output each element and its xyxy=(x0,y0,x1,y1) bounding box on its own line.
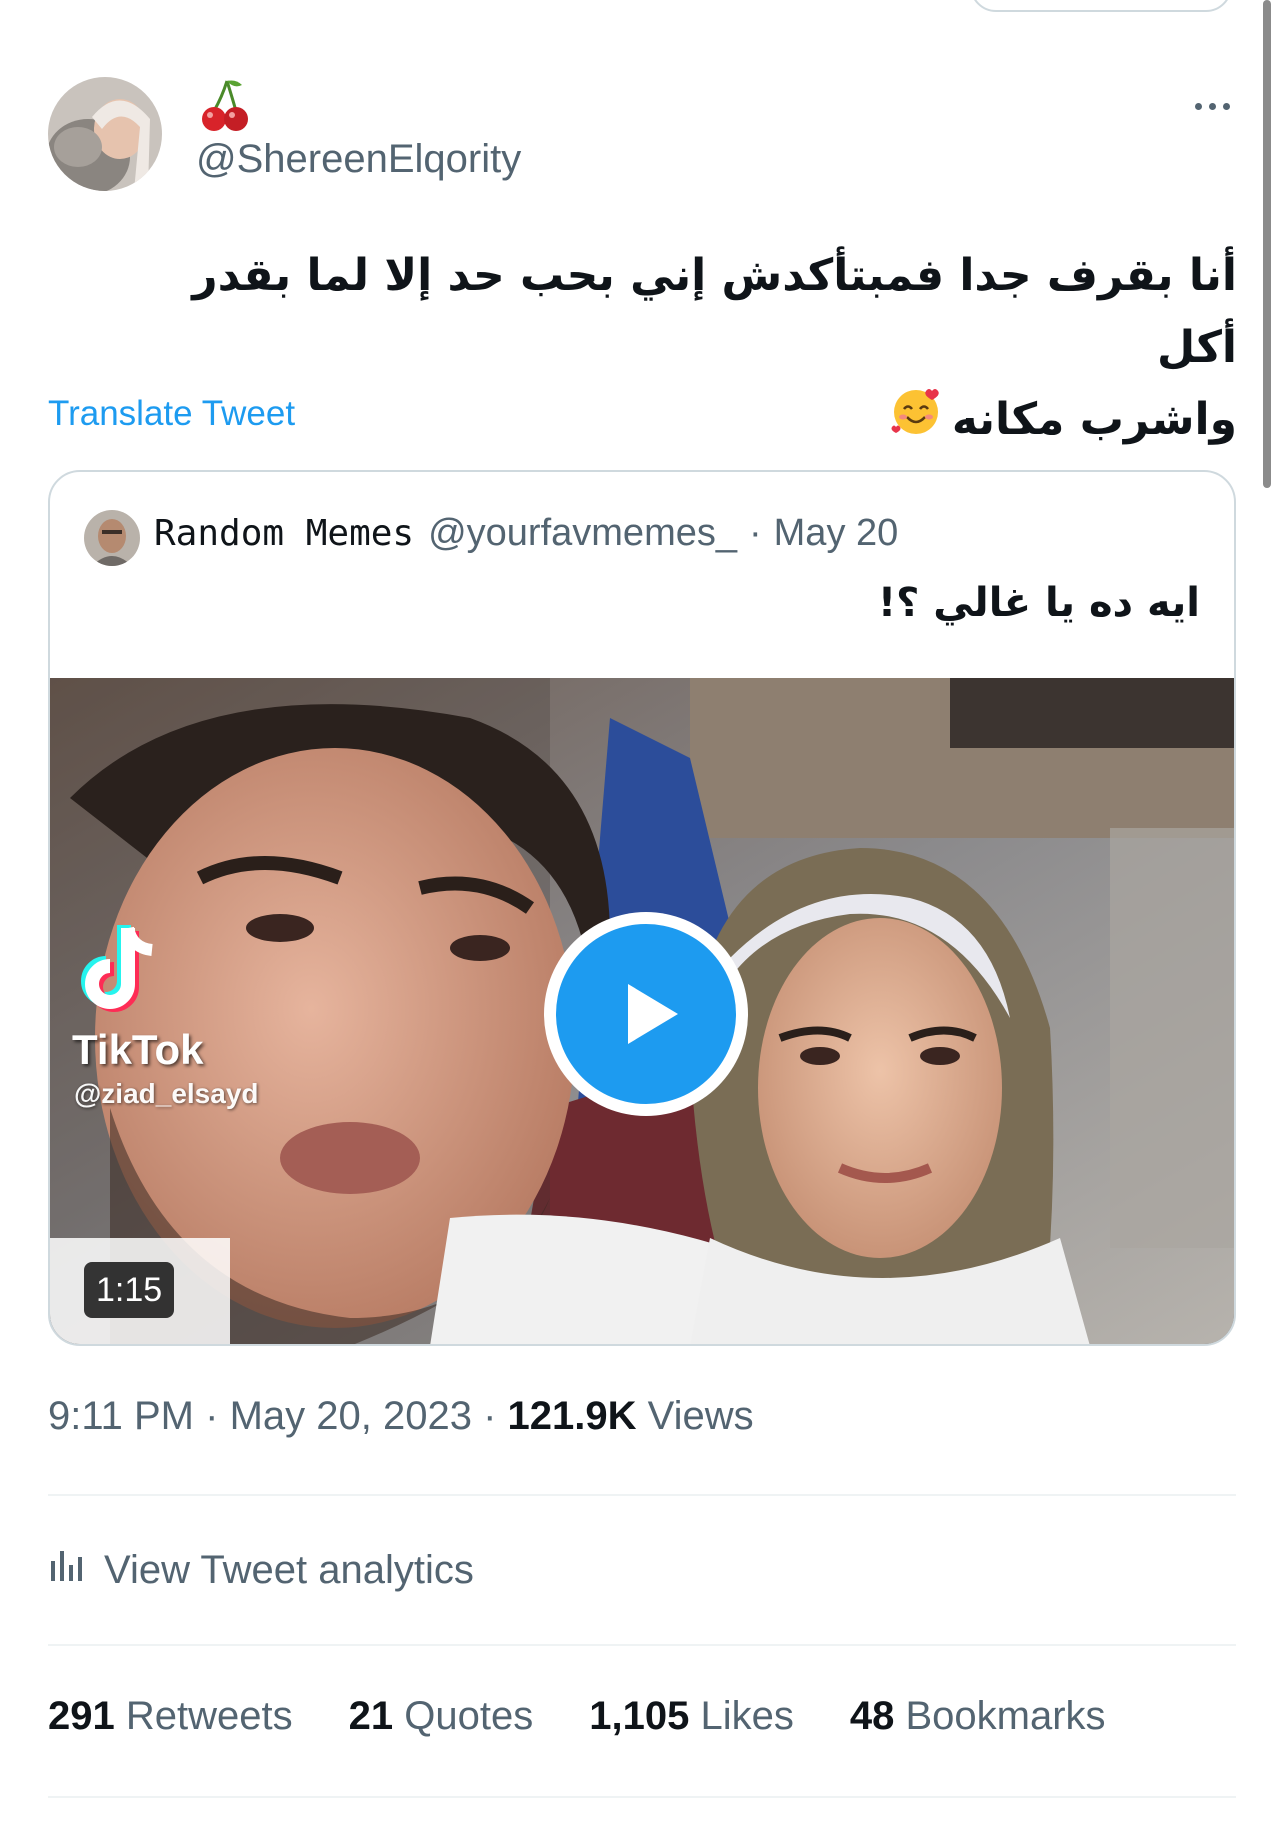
bookmarks-stat[interactable]: 48 Bookmarks xyxy=(850,1694,1106,1739)
bookmarks-count: 48 xyxy=(849,1694,895,1738)
quotes-label: Quotes xyxy=(404,1694,534,1738)
play-button[interactable] xyxy=(544,912,748,1116)
divider xyxy=(48,1796,1236,1798)
tweet-time[interactable]: 9:11 PM xyxy=(48,1394,194,1438)
quoted-author-avatar[interactable] xyxy=(84,510,140,566)
retweets-label: Retweets xyxy=(125,1694,293,1738)
author-handle[interactable]: @ShereenElqority xyxy=(196,137,521,182)
more-dot-icon xyxy=(1208,102,1216,110)
quoted-tweet-header: Random Memes @yourfavmemes_ · May 20 xyxy=(154,512,898,555)
more-options-button[interactable] xyxy=(1190,92,1234,120)
cherries-icon xyxy=(200,77,250,133)
scrollbar[interactable] xyxy=(1263,0,1271,488)
more-dot-icon xyxy=(1222,102,1230,110)
tiktok-username: @ziad_elsayd xyxy=(74,1078,259,1109)
quotes-count: 21 xyxy=(348,1694,394,1738)
separator-dot: · xyxy=(483,1394,497,1438)
smiling-face-with-hearts-icon xyxy=(890,385,942,459)
likes-label: Likes xyxy=(700,1694,794,1738)
analytics-label: View Tweet analytics xyxy=(104,1547,474,1592)
author-avatar[interactable] xyxy=(48,77,162,191)
separator-dot: · xyxy=(749,512,762,554)
retweets-stat[interactable]: 291 Retweets xyxy=(48,1694,293,1739)
quoted-tweet-card[interactable]: Random Memes @yourfavmemes_ · May 20 ايه… xyxy=(48,470,1236,1346)
separator-dot: · xyxy=(205,1394,219,1438)
likes-stat[interactable]: 1,105 Likes xyxy=(589,1694,794,1739)
views-count: 121.9K xyxy=(507,1394,637,1438)
tweet-text-line2: واشرب مكانه xyxy=(951,394,1237,445)
top-button-outline[interactable] xyxy=(970,0,1232,12)
tweet-date[interactable]: May 20, 2023 xyxy=(230,1394,472,1438)
retweets-count: 291 xyxy=(48,1694,115,1738)
divider xyxy=(48,1494,1236,1496)
quoted-author-name[interactable]: Random Memes xyxy=(154,513,414,554)
quoted-tweet-text: ايه ده يا غالي ؟! xyxy=(877,580,1200,626)
tiktok-brand: TikTok xyxy=(72,1026,204,1073)
divider xyxy=(48,1644,1236,1646)
analytics-icon xyxy=(48,1547,84,1593)
quotes-stat[interactable]: 21 Quotes xyxy=(349,1694,534,1739)
likes-count: 1,105 xyxy=(589,1694,690,1738)
tweet-text-line: أنا بقرف جدا فمبتأكدش إني بحب حد إلا لما… xyxy=(192,250,1237,373)
engagement-stats: 291 Retweets 21 Quotes 1,105 Likes 48 Bo… xyxy=(48,1694,1106,1739)
more-dot-icon xyxy=(1194,102,1202,110)
view-tweet-analytics-button[interactable]: View Tweet analytics xyxy=(48,1540,474,1600)
translate-tweet-link[interactable]: Translate Tweet xyxy=(48,394,295,434)
quoted-tweet-date[interactable]: May 20 xyxy=(774,512,899,555)
quoted-author-handle[interactable]: @yourfavmemes_ xyxy=(428,512,737,555)
video-player[interactable]: TikTok @ziad_elsayd 1:15 xyxy=(50,678,1234,1344)
tweet-meta: 9:11 PM · May 20, 2023 · 121.9K Views xyxy=(48,1394,754,1439)
video-duration-badge: 1:15 xyxy=(84,1262,175,1318)
play-icon xyxy=(556,924,736,1104)
tiktok-logo-icon xyxy=(70,918,180,1033)
views-label: Views xyxy=(647,1394,754,1438)
bookmarks-label: Bookmarks xyxy=(905,1694,1106,1738)
